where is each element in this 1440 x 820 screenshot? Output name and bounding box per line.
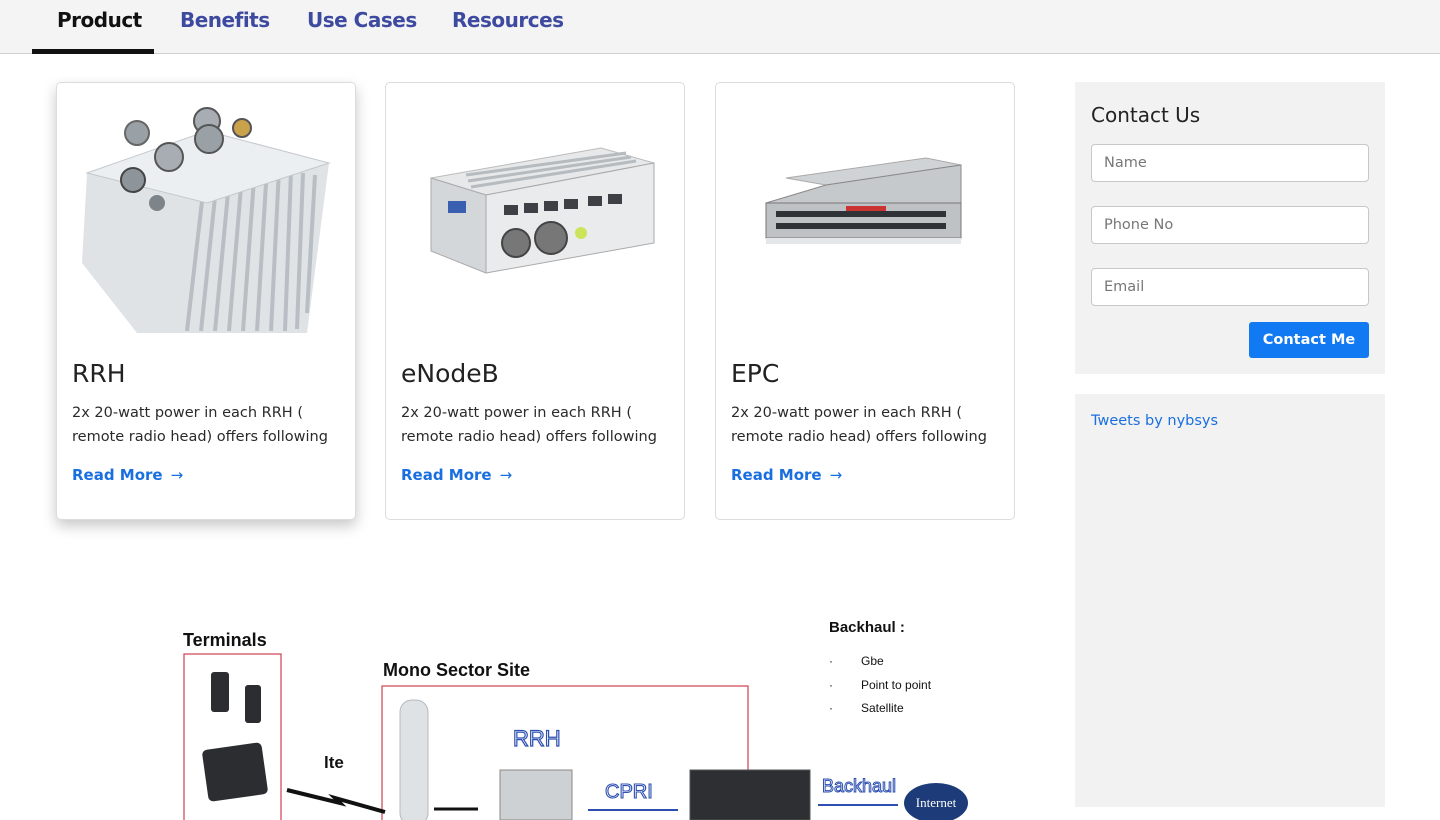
- cpri-label: CPRI: [605, 781, 653, 803]
- read-more-link[interactable]: Read More →: [72, 466, 183, 484]
- bullet: ·: [829, 654, 833, 668]
- arrow-right-icon: →: [499, 466, 513, 484]
- active-tab-indicator: [32, 49, 154, 54]
- tab-resources[interactable]: Resources: [452, 8, 564, 36]
- tab-benefits[interactable]: Benefits: [180, 8, 270, 36]
- card-description: 2x 20-watt power in each RRH ( remote ra…: [401, 405, 657, 445]
- bullet: ·: [829, 678, 833, 692]
- read-more-link[interactable]: Read More →: [731, 466, 842, 484]
- product-card-rrh: RRH 2x 20-watt power in each RRH ( remot…: [56, 82, 356, 520]
- terminals-label: Terminals: [183, 630, 267, 650]
- site-label: Mono Sector Site: [383, 660, 530, 680]
- network-diagram: Terminals Mono Sector Site lte RRH CPRI …: [183, 619, 968, 820]
- phone-icon: [211, 672, 261, 723]
- bullet: ·: [829, 701, 833, 715]
- backhaul-diagram-label: Backhaul: [822, 776, 896, 796]
- read-more-label: Read More: [72, 466, 163, 484]
- rrh-unit-image: [82, 107, 331, 333]
- card-description: 2x 20-watt power in each RRH ( remote ra…: [731, 405, 987, 445]
- lte-logo: lte: [324, 753, 344, 772]
- arrow-right-icon: →: [829, 466, 843, 484]
- card-title: eNodeB: [401, 359, 499, 388]
- backhaul-item: Gbe: [861, 654, 884, 668]
- antenna-icon: [399, 699, 429, 820]
- email-field[interactable]: [1091, 268, 1369, 306]
- tab-use-cases[interactable]: Use Cases: [307, 8, 417, 36]
- product-card-epc: EPC 2x 20-watt power in each RRH ( remot…: [715, 82, 1015, 520]
- lightning-icon: [286, 788, 386, 814]
- name-field[interactable]: [1091, 144, 1369, 182]
- tablet-icon: [202, 742, 268, 802]
- backhaul-title: Backhaul :: [829, 619, 905, 636]
- rrh-diagram-icon: [499, 769, 573, 820]
- tweets-panel: Tweets by nybsys: [1075, 394, 1385, 807]
- enodeb-server-image: [430, 147, 655, 274]
- card-title: RRH: [72, 359, 126, 388]
- arrow-right-icon: →: [170, 466, 184, 484]
- tab-product[interactable]: Product: [57, 8, 142, 36]
- contact-title: Contact Us: [1091, 103, 1201, 127]
- read-more-label: Read More: [731, 466, 822, 484]
- card-description: 2x 20-watt power in each RRH ( remote ra…: [72, 405, 328, 445]
- contact-panel: Contact Us Contact Me: [1075, 82, 1385, 374]
- card-title: EPC: [731, 359, 780, 388]
- read-more-label: Read More: [401, 466, 492, 484]
- contact-me-button[interactable]: Contact Me: [1249, 322, 1369, 358]
- backhaul-item: Point to point: [861, 678, 932, 692]
- tab-bar: Product Benefits Use Cases Resources: [0, 0, 1440, 54]
- internet-label: Internet: [916, 795, 957, 810]
- product-card-enodeb: eNodeB 2x 20-watt power in each RRH ( re…: [385, 82, 685, 520]
- phone-field[interactable]: [1091, 206, 1369, 244]
- read-more-link[interactable]: Read More →: [401, 466, 512, 484]
- backhaul-item: Satellite: [861, 701, 904, 715]
- tweets-link[interactable]: Tweets by nybsys: [1091, 413, 1218, 429]
- rrh-diagram-label: RRH: [513, 726, 561, 751]
- enodeb-diagram-icon: [689, 769, 811, 820]
- epc-rack-server-image: [765, 157, 962, 244]
